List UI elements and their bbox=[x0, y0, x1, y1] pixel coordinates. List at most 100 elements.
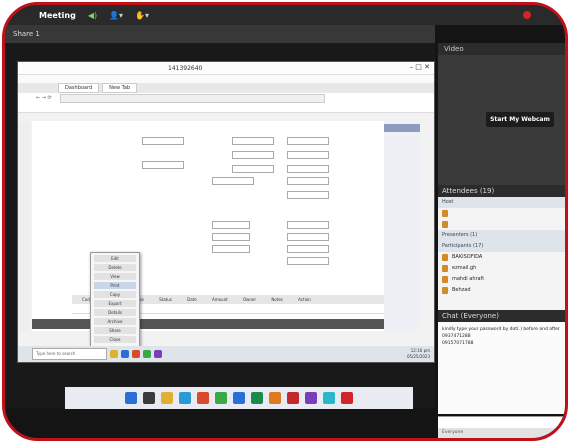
chat-message: kindly type your password by dot(.) befo… bbox=[442, 327, 560, 332]
chat-messages: kindly type your password by dot(.) befo… bbox=[438, 322, 565, 414]
table-header-cell: Amount bbox=[211, 297, 228, 302]
person-icon bbox=[442, 287, 448, 294]
chat-input[interactable] bbox=[438, 416, 565, 428]
context-menu-item[interactable]: Close bbox=[94, 336, 136, 343]
search-icon[interactable] bbox=[143, 392, 155, 404]
window-controls[interactable]: – □ ✕ bbox=[410, 63, 430, 71]
app-icon[interactable] bbox=[269, 392, 281, 404]
form-field[interactable] bbox=[232, 151, 274, 159]
sidebar-item[interactable] bbox=[384, 168, 420, 176]
video-pod: Start My Webcam bbox=[438, 55, 565, 185]
app-icon[interactable] bbox=[341, 392, 353, 404]
list-item[interactable] bbox=[438, 208, 565, 219]
list-item[interactable]: ezmail.gh bbox=[438, 263, 565, 274]
video-header: Video bbox=[438, 43, 565, 55]
excel-icon[interactable] bbox=[251, 392, 263, 404]
left-rail bbox=[18, 121, 30, 331]
app-icon[interactable] bbox=[305, 392, 317, 404]
app-icon[interactable] bbox=[143, 350, 151, 358]
form-field[interactable] bbox=[287, 233, 329, 241]
list-item[interactable]: BAKISOFIDA bbox=[438, 252, 565, 263]
participants-section[interactable]: Participants (17) bbox=[438, 241, 565, 252]
chat-recipient[interactable]: Everyone bbox=[438, 428, 565, 438]
user-icon[interactable]: 👤▾ bbox=[109, 11, 123, 20]
form-field[interactable] bbox=[212, 245, 250, 253]
context-menu-item[interactable]: Delete bbox=[94, 264, 136, 271]
chrome-icon[interactable] bbox=[197, 392, 209, 404]
folder-icon[interactable] bbox=[161, 392, 173, 404]
chat-header: Chat (Everyone) bbox=[438, 310, 565, 322]
form-field[interactable] bbox=[212, 177, 254, 185]
app-title: Meeting bbox=[39, 10, 76, 20]
top-toolbar: Meeting ◀) 👤▾ ✋▾ bbox=[5, 5, 565, 25]
local-taskbar bbox=[65, 387, 413, 409]
form-field[interactable] bbox=[287, 177, 329, 185]
form-field[interactable] bbox=[142, 137, 184, 145]
folder-icon[interactable] bbox=[110, 350, 118, 358]
table-header-cell: Owner bbox=[242, 297, 257, 302]
context-menu-item[interactable]: Export bbox=[94, 300, 136, 307]
app-icon[interactable] bbox=[287, 392, 299, 404]
context-menu: Edit Delete View Print Copy Export Detai… bbox=[90, 252, 140, 354]
context-menu-item[interactable]: View bbox=[94, 273, 136, 280]
tab-dashboard[interactable]: Dashboard bbox=[58, 83, 100, 93]
form-field[interactable] bbox=[232, 137, 274, 145]
sidebar-item[interactable] bbox=[384, 157, 420, 165]
list-item[interactable]: mahdi ahrafi bbox=[438, 274, 565, 285]
app-icon[interactable] bbox=[323, 392, 335, 404]
context-menu-item[interactable]: Copy bbox=[94, 291, 136, 298]
context-menu-item[interactable]: Edit bbox=[94, 255, 136, 262]
sidebar-item[interactable] bbox=[384, 179, 420, 187]
taskbar-search[interactable]: Type here to search bbox=[32, 348, 107, 360]
list-item[interactable]: Behzad bbox=[438, 285, 565, 296]
person-icon bbox=[442, 265, 448, 272]
app-frame: Meeting ◀) 👤▾ ✋▾ Share 1 141392640 – □ ✕… bbox=[2, 2, 568, 441]
form-field[interactable] bbox=[287, 221, 329, 229]
host-section[interactable]: Host bbox=[438, 197, 565, 208]
form-field[interactable] bbox=[287, 151, 329, 159]
app-icon[interactable] bbox=[215, 392, 227, 404]
context-menu-item[interactable]: Print bbox=[94, 282, 136, 289]
presenters-section[interactable]: Presenters (1) bbox=[438, 230, 565, 241]
url-field[interactable] bbox=[59, 93, 325, 103]
hand-icon[interactable]: ✋▾ bbox=[135, 11, 149, 20]
address-bar: ← → ⟳ bbox=[18, 93, 434, 103]
form-field[interactable] bbox=[142, 161, 184, 169]
edge-icon[interactable] bbox=[179, 392, 191, 404]
page-sidebar bbox=[384, 121, 420, 331]
form-field[interactable] bbox=[287, 165, 329, 173]
context-menu-item[interactable]: Share bbox=[94, 327, 136, 334]
browser-icon[interactable] bbox=[121, 350, 129, 358]
app-icon[interactable] bbox=[132, 350, 140, 358]
person-icon bbox=[442, 276, 448, 283]
context-menu-item[interactable]: Archive bbox=[94, 318, 136, 325]
sidebar-item[interactable] bbox=[384, 146, 420, 154]
form-field[interactable] bbox=[212, 221, 250, 229]
form-field[interactable] bbox=[287, 245, 329, 253]
table-header-cell: Status bbox=[159, 297, 172, 302]
person-icon bbox=[442, 254, 448, 261]
windows-icon[interactable] bbox=[125, 392, 137, 404]
sidebar-item-active[interactable] bbox=[384, 124, 420, 132]
browser-tabs: Dashboard New Tab bbox=[18, 83, 434, 93]
browser-menu bbox=[18, 75, 434, 83]
list-item[interactable] bbox=[438, 219, 565, 230]
form-field[interactable] bbox=[232, 165, 274, 173]
remote-screen[interactable]: 141392640 – □ ✕ Dashboard New Tab ← → ⟳ bbox=[17, 61, 435, 363]
context-menu-item[interactable]: Details bbox=[94, 309, 136, 316]
sidebar-item[interactable] bbox=[384, 135, 420, 143]
form-field[interactable] bbox=[287, 257, 329, 265]
word-icon[interactable] bbox=[233, 392, 245, 404]
app-icon[interactable] bbox=[154, 350, 162, 358]
table-header-cell: Notes bbox=[271, 297, 283, 302]
nav-icons[interactable]: ← → ⟳ bbox=[36, 95, 52, 101]
share-label: Share 1 bbox=[13, 30, 40, 38]
tab-new[interactable]: New Tab bbox=[102, 83, 138, 93]
table-header-cell: Date bbox=[187, 297, 197, 302]
form-field[interactable] bbox=[287, 191, 329, 199]
record-icon[interactable] bbox=[523, 11, 531, 19]
form-field[interactable] bbox=[212, 233, 250, 241]
form-field[interactable] bbox=[287, 137, 329, 145]
start-webcam-button[interactable]: Start My Webcam bbox=[486, 112, 554, 127]
audio-icon[interactable]: ◀) bbox=[88, 11, 97, 20]
